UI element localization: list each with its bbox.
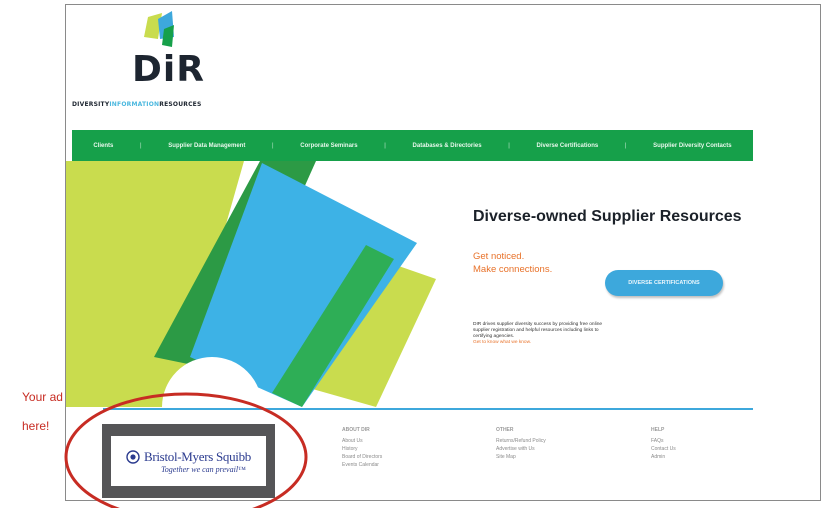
annotation-circle <box>64 392 308 508</box>
